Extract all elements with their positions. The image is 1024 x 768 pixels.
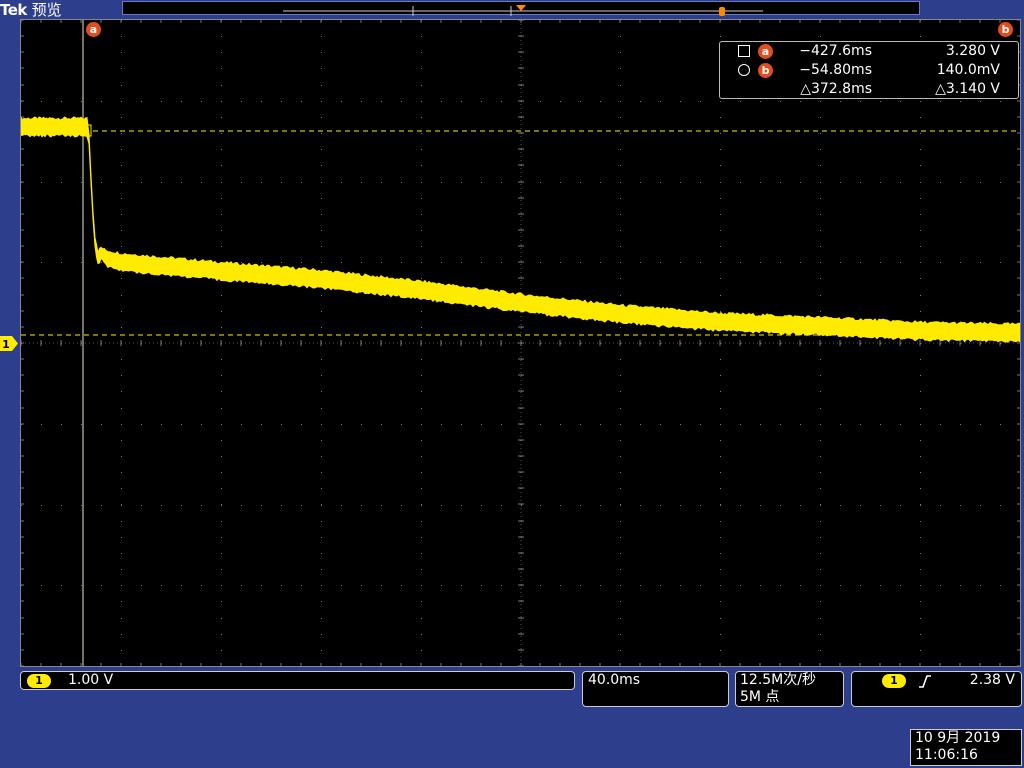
square-icon xyxy=(738,45,750,57)
readout-row-b: b −54.80ms 140.0mV xyxy=(720,62,1018,80)
circle-icon xyxy=(738,64,750,76)
channel-1-scale: 1.00 V xyxy=(68,672,114,688)
channel-1-scale-box[interactable]: 1 1.00 V xyxy=(20,671,575,690)
graticule[interactable] xyxy=(21,20,1020,666)
time-label: 11:06:16 xyxy=(915,747,978,763)
readout-a-badge: a xyxy=(758,44,773,59)
readout-b-time: −54.80ms xyxy=(799,62,872,78)
trigger-position-icon xyxy=(516,5,526,11)
readout-a-time: −427.6ms xyxy=(799,43,872,59)
readout-row-delta: △372.8ms △3.140 V xyxy=(720,81,1018,99)
waveform-display[interactable] xyxy=(20,19,1021,667)
timebase-box[interactable]: 40.0ms xyxy=(582,671,729,707)
mode-label: 预览 xyxy=(31,1,62,19)
readout-a-value: 3.280 V xyxy=(945,43,1000,59)
channel-1-ground-marker[interactable]: 1 xyxy=(0,336,19,351)
record-view-bar[interactable] xyxy=(122,1,920,16)
readout-row-a: a −427.6ms 3.280 V xyxy=(720,43,1018,61)
rising-edge-icon xyxy=(919,675,931,688)
readout-delta-value: △3.140 V xyxy=(935,81,1000,97)
readout-delta-time: △372.8ms xyxy=(800,81,872,97)
sample-rate: 12.5M次/秒 xyxy=(740,672,816,688)
brand-logo: Tek xyxy=(0,1,27,19)
readout-b-badge: b xyxy=(758,63,773,78)
expansion-point-icon xyxy=(719,7,725,16)
channel-1-ground-label: 1 xyxy=(2,338,10,351)
record-view-graphic xyxy=(283,5,763,16)
trigger-source-badge: 1 xyxy=(882,674,906,688)
trigger-box[interactable]: 1 2.38 V xyxy=(851,671,1022,707)
graticule-grid xyxy=(21,20,1020,666)
datetime-box[interactable]: 10 9月 2019 11:06:16 xyxy=(910,729,1022,766)
horizontal-scale: 40.0ms xyxy=(588,672,641,688)
acquisition-box[interactable]: 12.5M次/秒 5M 点 xyxy=(735,671,844,707)
cursor-a-badge[interactable]: a xyxy=(86,22,101,37)
channel-1-badge: 1 xyxy=(27,674,51,688)
readout-b-value: 140.0mV xyxy=(936,62,1000,78)
trigger-level: 2.38 V xyxy=(969,672,1015,688)
cursor-b-badge[interactable]: b xyxy=(998,22,1013,37)
brand: Tek 预览 xyxy=(0,0,62,20)
top-status-bar: Tek 预览 xyxy=(0,0,1024,20)
cursor-readout[interactable]: a −427.6ms 3.280 V b −54.80ms 140.0mV △3… xyxy=(719,41,1019,99)
record-length: 5M 点 xyxy=(740,689,780,705)
date-label: 10 9月 2019 xyxy=(915,730,1001,746)
